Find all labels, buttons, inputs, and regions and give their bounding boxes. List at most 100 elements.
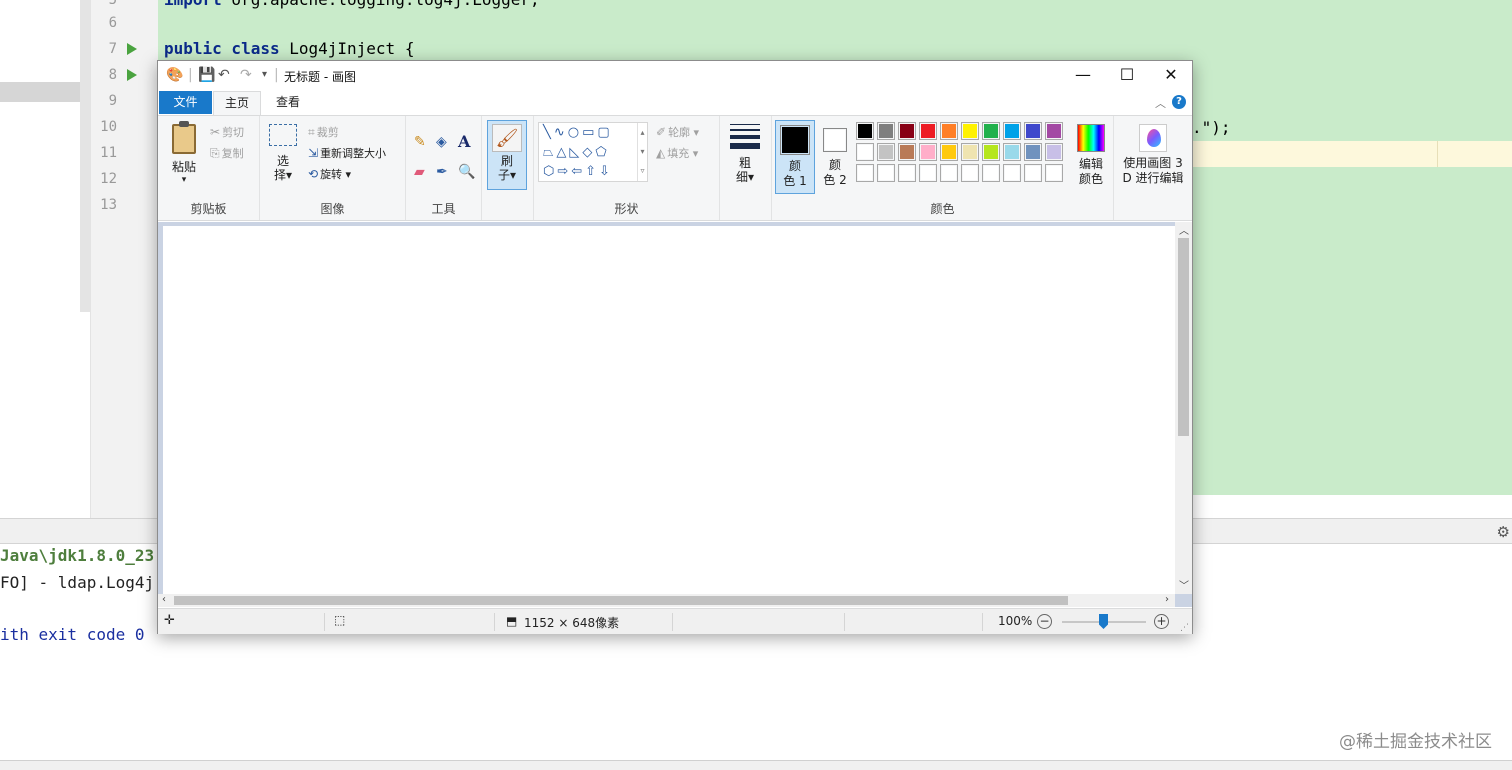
group-label: 工具 (431, 202, 456, 216)
palette-color-swatch[interactable] (940, 143, 958, 161)
palette-color-swatch[interactable] (877, 122, 895, 140)
palette-color-swatch[interactable] (898, 143, 916, 161)
tab-home[interactable]: 主页 (213, 91, 261, 115)
selection-size-icon: ⬚ (334, 613, 346, 627)
line-width-icon (730, 124, 760, 149)
palette-color-swatch[interactable] (961, 122, 979, 140)
size-button[interactable]: 粗 细▾ (726, 122, 764, 192)
palette-color-swatch[interactable] (919, 122, 937, 140)
horizontal-scroll-thumb[interactable] (174, 596, 1068, 605)
brush-button[interactable]: 🖌 刷 子▾ (487, 120, 527, 190)
palette-color-swatch[interactable] (961, 143, 979, 161)
color2-button[interactable]: 颜 色 2 (817, 120, 853, 194)
scroll-up-icon[interactable]: ︿ (1179, 222, 1189, 237)
palette-color-swatch[interactable] (1003, 164, 1021, 182)
palette-color-swatch[interactable] (1045, 122, 1063, 140)
paint3d-button[interactable]: 使用画图 3 D 进行编辑 (1116, 120, 1190, 194)
run-method-icon[interactable] (127, 69, 137, 81)
palette-color-swatch[interactable] (898, 164, 916, 182)
eraser-icon[interactable]: ▰ (414, 164, 425, 180)
scroll-down-icon[interactable]: ﹀ (1179, 577, 1189, 592)
project-panel-scrollbar[interactable] (80, 0, 90, 312)
palette-color-swatch[interactable] (919, 164, 937, 182)
text-tool-icon[interactable]: A (458, 132, 470, 151)
customize-toolbar-icon[interactable]: ▾ (262, 69, 267, 80)
vertical-scrollbar[interactable]: ︿ ﹀ (1175, 222, 1192, 594)
palette-color-swatch[interactable] (982, 143, 1000, 161)
zoom-out-button[interactable]: − (1037, 614, 1052, 629)
vertical-scroll-thumb[interactable] (1178, 238, 1189, 436)
run-class-icon[interactable] (127, 43, 137, 55)
palette-color-swatch[interactable] (856, 164, 874, 182)
palette-color-swatch[interactable] (940, 122, 958, 140)
horizontal-scrollbar[interactable]: ‹ › (158, 594, 1175, 607)
palette-color-swatch[interactable] (856, 143, 874, 161)
paint-app-icon[interactable]: 🎨 (166, 67, 183, 83)
shape-row-icons: ⬡⇨⇦⇧⇩ (543, 164, 613, 179)
undo-icon[interactable]: ↶ (218, 67, 230, 83)
chevron-up-icon[interactable]: ︿ (1155, 95, 1166, 111)
keyword: import (164, 0, 222, 9)
palette-color-swatch[interactable] (940, 164, 958, 182)
cut-button[interactable]: ✂ 剪切 (210, 124, 244, 140)
gear-icon[interactable]: ⚙ (1497, 523, 1510, 541)
close-button[interactable]: ✕ (1148, 61, 1194, 89)
zoom-in-button[interactable]: + (1154, 614, 1169, 629)
edit-colors-button[interactable]: 编辑 颜色 (1070, 120, 1112, 194)
console-line: FO] - ldap.Log4j (0, 573, 155, 592)
rotate-button[interactable]: ⟲ 旋转 ▾ (308, 166, 351, 182)
minimize-button[interactable]: — (1060, 61, 1106, 89)
palette-color-swatch[interactable] (1045, 143, 1063, 161)
title-bar[interactable]: 🎨 | 💾 ↶ ↷ ▾ | 无标题 - 画图 — ☐ ✕ (158, 61, 1192, 89)
color-picker-icon[interactable]: ✒ (436, 164, 448, 180)
palette-color-swatch[interactable] (1024, 143, 1042, 161)
palette-color-swatch[interactable] (919, 143, 937, 161)
pencil-icon[interactable]: ✎ (414, 134, 426, 150)
palette-color-swatch[interactable] (1045, 164, 1063, 182)
project-selected-row[interactable] (0, 82, 90, 102)
cut-label: 剪切 (222, 126, 245, 139)
palette-color-swatch[interactable] (877, 143, 895, 161)
palette-color-swatch[interactable] (982, 122, 1000, 140)
save-icon[interactable]: 💾 (198, 67, 215, 83)
resize-button[interactable]: ⇲ 重新调整大小 (308, 145, 386, 161)
redo-icon[interactable]: ↷ (240, 67, 252, 83)
drawing-canvas[interactable] (163, 226, 1175, 596)
resize-grip-icon[interactable]: ⋰ (1180, 623, 1189, 633)
maximize-button[interactable]: ☐ (1104, 61, 1150, 89)
zoom-slider-thumb[interactable] (1099, 614, 1108, 629)
group-paint3d: 使用画图 3 D 进行编辑 (1114, 116, 1192, 220)
palette-color-swatch[interactable] (898, 122, 916, 140)
paste-button[interactable]: 粘贴 ▾ (166, 121, 202, 190)
palette-color-swatch[interactable] (1024, 164, 1042, 182)
palette-color-swatch[interactable] (1003, 122, 1021, 140)
group-brushes: 🖌 刷 子▾ (482, 116, 534, 220)
palette-color-swatch[interactable] (961, 164, 979, 182)
scroll-left-icon[interactable]: ‹ (162, 594, 166, 605)
palette-color-swatch[interactable] (982, 164, 1000, 182)
scissors-icon: ✂ (210, 125, 221, 139)
select-button[interactable]: 选 择▾ (268, 124, 298, 190)
ide-bottom-toolbar (0, 760, 1512, 770)
shapes-scroll-icon[interactable]: ▴ ▾ ▿ (637, 123, 647, 181)
status-bar: ✛ ⬚ ⬒ 1152 × 648像素 100% − + ⋰ (158, 608, 1192, 634)
shapes-gallery[interactable]: ╲∿○▭▢ ⏢△◺◇⬠ ⬡⇨⇦⇧⇩ ▴ ▾ ▿ (538, 122, 648, 182)
palette-color-swatch[interactable] (877, 164, 895, 182)
paint3d-icon (1139, 124, 1167, 152)
fill-button[interactable]: ◭ 填充 ▾ (656, 145, 698, 161)
ribbon: 粘贴 ▾ ✂ 剪切 ⎘ 复制 剪贴板 选 择▾ ⌗ 裁剪 ⇲ 重新调整大小 ⟲ 旋转 ▾ … (158, 115, 1192, 221)
tab-file[interactable]: 文件 (159, 91, 212, 114)
palette-color-swatch[interactable] (856, 122, 874, 140)
palette-color-swatch[interactable] (1003, 143, 1021, 161)
cursor-position-icon: ✛ (164, 613, 175, 628)
color1-button[interactable]: 颜 色 1 (775, 120, 815, 194)
crop-button[interactable]: ⌗ 裁剪 (308, 124, 339, 140)
magnifier-icon[interactable]: 🔍 (458, 164, 475, 180)
copy-button[interactable]: ⎘ 复制 (210, 145, 244, 161)
fill-bucket-icon[interactable]: ◈ (436, 134, 447, 150)
help-icon[interactable]: ? (1172, 95, 1186, 109)
outline-button[interactable]: ✐ 轮廓 ▾ (656, 124, 699, 140)
palette-color-swatch[interactable] (1024, 122, 1042, 140)
tab-view[interactable]: 查看 (264, 91, 312, 115)
scroll-right-icon[interactable]: › (1165, 594, 1169, 605)
